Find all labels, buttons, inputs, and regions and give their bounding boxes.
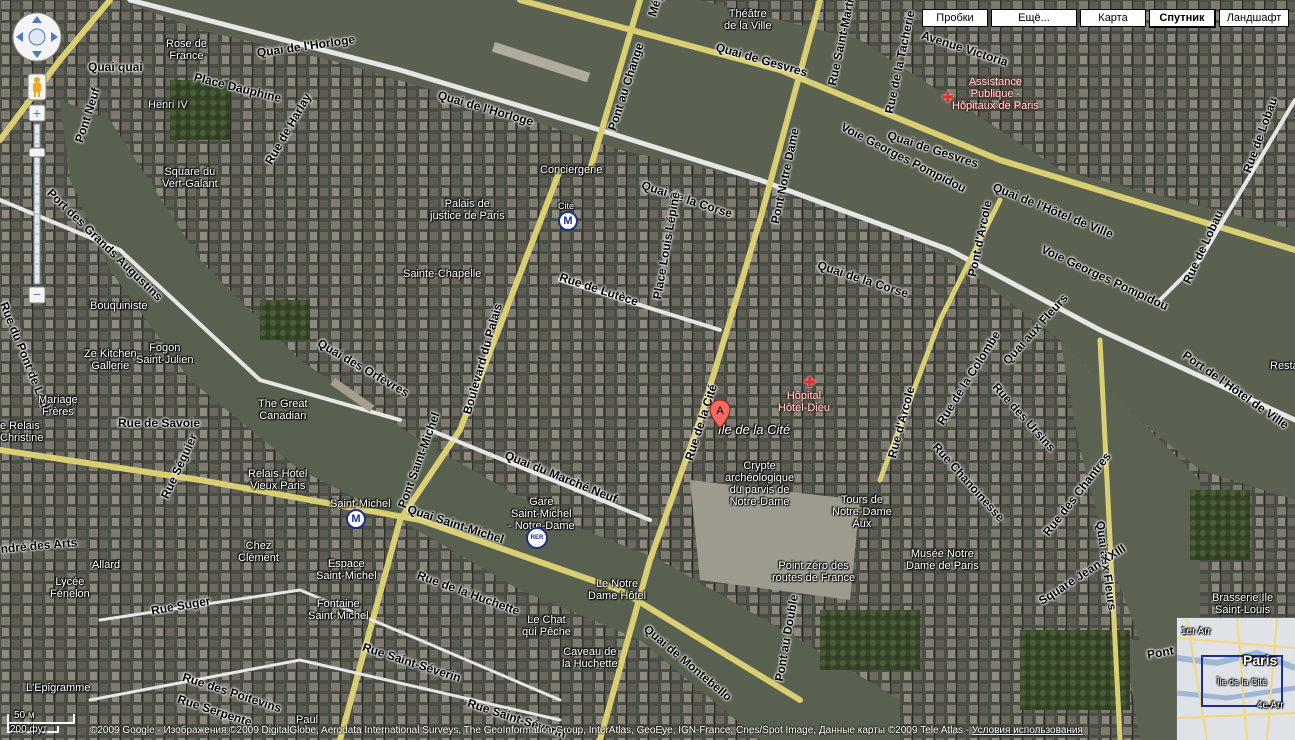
traffic-button[interactable]: Пробки <box>922 9 988 27</box>
marker-letter: A <box>716 405 724 417</box>
place-lycee: Lycée Fénelon <box>50 576 90 600</box>
place-espace: Espace Saint-Michel <box>316 558 377 582</box>
metro-icon[interactable]: M <box>558 211 578 231</box>
hand-icon[interactable] <box>28 28 46 46</box>
satellite-button[interactable]: Спутник <box>1149 9 1216 28</box>
place-chat-peche: Le Chat qui Pêche <box>522 614 571 638</box>
satellite-map[interactable]: Quai de l'Horloge Quai de l'Horloge Quai… <box>0 0 1295 740</box>
place-saint-michel: Saint-Michel <box>330 498 391 510</box>
overview-district: Île de la Cité <box>1217 677 1268 687</box>
place-mariage: Mariage Frères <box>38 394 78 418</box>
zoom-control[interactable]: + − <box>28 104 46 304</box>
pegman-icon[interactable] <box>27 73 47 101</box>
place-square-vert: Square du Vert-Galant <box>162 166 218 190</box>
hospital-icon: ✚ <box>804 374 816 390</box>
overview-arr2: 4e Arr <box>1257 700 1284 711</box>
place-epigramme: L'Epigramme <box>26 682 91 694</box>
place-notre-dame-hotel: Le Notre Dame Hôtel <box>588 578 647 602</box>
place-caveau: Caveau de la Huchette <box>562 646 618 670</box>
terms-link[interactable]: Условия использования <box>972 725 1083 736</box>
place-relais: e Relais Christine <box>0 420 44 444</box>
place-assistance: Assistance Publique - Hôpitaux de Paris <box>952 76 1039 112</box>
overview-city: Paris <box>1243 652 1278 668</box>
scale-bar: 50 м 200 фут <box>6 710 84 736</box>
road-label: Quai quai <box>88 60 143 74</box>
place-chapelle: Sainte-Chapelle <box>403 268 482 280</box>
overview-map[interactable]: 1er Arr Paris Île de la Cité 4e Arr <box>1176 617 1295 740</box>
place-allard: Allard <box>92 559 121 571</box>
svg-text:−: − <box>33 286 41 302</box>
place-hopital: Hôpital Hôtel-Dieu <box>778 390 830 414</box>
place-restaurant: Resta <box>1270 360 1295 372</box>
metro-icon[interactable]: M <box>346 509 366 529</box>
copyright: ©2009 Google - Изображения ©2009 Digital… <box>90 725 1083 736</box>
map-button[interactable]: Карта <box>1080 9 1146 27</box>
place-great-canadian: The Great Canadian <box>258 398 308 422</box>
svg-text:+: + <box>33 105 41 121</box>
location-marker-icon[interactable]: A <box>709 399 731 429</box>
hospital-icon: ✚ <box>942 89 954 105</box>
place-fontaine: Fontaine Saint-Michel <box>308 598 369 622</box>
place-conciergerie: Conciergerie <box>540 164 603 176</box>
place-bouquiniste: Bouquiniste <box>90 300 148 312</box>
place-tours: Tours de Notre-Dame Aux <box>832 494 892 530</box>
place-relais-hotel: Relais Hotel Vieux Paris <box>248 468 308 492</box>
zoom-slider-thumb[interactable] <box>28 147 46 158</box>
more-button[interactable]: Ещё... <box>991 9 1077 27</box>
rer-icon[interactable]: RER <box>526 527 548 549</box>
place-theatre: Théâtre de la Ville <box>724 8 772 32</box>
place-rose: Rose de France <box>166 38 207 62</box>
place-point-zero: Point zéro des routes de France <box>772 560 856 584</box>
place-brasserie: Brasserie Ile Saint-Louis <box>1212 592 1274 616</box>
overview-arr1: 1er Arr <box>1181 626 1212 637</box>
copyright-text: ©2009 Google - Изображения ©2009 Digital… <box>90 725 970 736</box>
terrain-button[interactable]: Ландшафт <box>1219 9 1289 27</box>
road-label: Rue de Savoie <box>118 416 201 430</box>
pan-control[interactable] <box>12 12 62 62</box>
scale-imperial: 200 фут <box>10 724 48 735</box>
place-crypte: Crypte archéologique du parvis de Notre-… <box>725 460 795 508</box>
map-type-control: Пробки Ещё... Карта Спутник Ландшафт <box>922 9 1289 28</box>
place-chez-clement: Chez Clément <box>238 540 279 564</box>
place-palais: Palais de justice de Paris <box>430 198 505 222</box>
place-musee: Musée Notre Dame de Paris <box>906 548 979 572</box>
scale-metric: 50 м <box>14 710 35 721</box>
place-ze-kitchen: Ze Kitchen Gallerie <box>84 348 137 372</box>
place-gare: Gare Saint-Michel - Notre-Dame <box>508 496 575 532</box>
place-fogon: Fogon Saint-Julien <box>136 342 194 366</box>
place-henri: Henri IV <box>148 99 188 111</box>
